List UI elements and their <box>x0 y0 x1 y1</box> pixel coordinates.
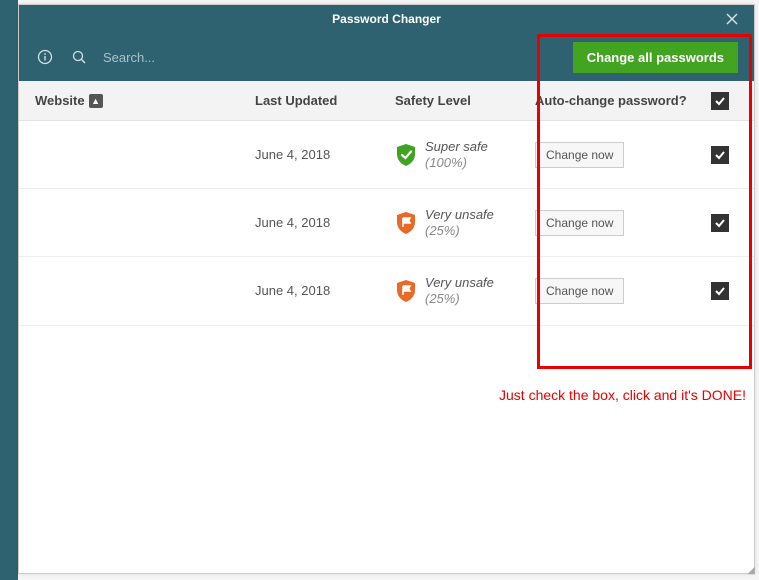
annotation-text: Just check the box, click and it's DONE! <box>499 387 746 403</box>
table-header: Website ▲ Last Updated Safety Level Auto… <box>19 81 754 121</box>
col-header-auto-change[interactable]: Auto-change password? <box>535 93 702 108</box>
shield-icon <box>395 210 417 236</box>
toolbar: Change all passwords <box>19 33 754 81</box>
titlebar: Password Changer <box>19 5 754 33</box>
check-icon <box>714 149 726 161</box>
change-now-button[interactable]: Change now <box>535 210 624 236</box>
close-icon <box>726 13 738 25</box>
check-icon <box>714 285 726 297</box>
change-now-button[interactable]: Change now <box>535 142 624 168</box>
shield-icon <box>395 142 417 168</box>
search-input[interactable] <box>103 50 283 65</box>
cell-safety: Super safe (100%) <box>395 139 535 170</box>
shield-icon <box>395 278 417 304</box>
col-header-safety[interactable]: Safety Level <box>395 93 535 108</box>
search-button[interactable] <box>69 47 89 67</box>
info-button[interactable] <box>35 47 55 67</box>
safety-label: Super safe <box>425 139 488 155</box>
cell-last-updated: June 4, 2018 <box>255 147 395 162</box>
table-body: June 4, 2018 Super safe (100%) Change no… <box>19 121 754 573</box>
info-icon <box>37 49 53 65</box>
safety-label: Very unsafe <box>425 207 494 223</box>
search-icon <box>71 49 87 65</box>
check-icon <box>714 217 726 229</box>
safety-percent: (25%) <box>425 223 494 239</box>
password-changer-dialog: Password Changer Change all passwords We… <box>18 4 755 574</box>
resize-grip-icon[interactable]: ◢ <box>747 565 755 576</box>
row-checkbox[interactable] <box>711 282 729 300</box>
table-row: June 4, 2018 Very unsafe (25%) Change no… <box>19 189 754 257</box>
window-title: Password Changer <box>332 12 441 26</box>
row-checkbox[interactable] <box>711 214 729 232</box>
cell-safety: Very unsafe (25%) <box>395 207 535 238</box>
col-header-website[interactable]: Website ▲ <box>35 93 255 108</box>
select-all-checkbox[interactable] <box>711 92 729 110</box>
close-button[interactable] <box>718 5 746 33</box>
cell-last-updated: June 4, 2018 <box>255 283 395 298</box>
cell-safety: Very unsafe (25%) <box>395 275 535 306</box>
change-all-passwords-button[interactable]: Change all passwords <box>573 42 738 73</box>
safety-percent: (25%) <box>425 291 494 307</box>
safety-percent: (100%) <box>425 155 488 171</box>
cell-last-updated: June 4, 2018 <box>255 215 395 230</box>
row-checkbox[interactable] <box>711 146 729 164</box>
safety-label: Very unsafe <box>425 275 494 291</box>
col-header-last-updated[interactable]: Last Updated <box>255 93 395 108</box>
check-icon <box>714 95 726 107</box>
background-sidebar <box>0 0 18 580</box>
table-row: June 4, 2018 Super safe (100%) Change no… <box>19 121 754 189</box>
sort-asc-icon: ▲ <box>89 94 103 108</box>
table-row: June 4, 2018 Very unsafe (25%) Change no… <box>19 257 754 325</box>
change-now-button[interactable]: Change now <box>535 278 624 304</box>
